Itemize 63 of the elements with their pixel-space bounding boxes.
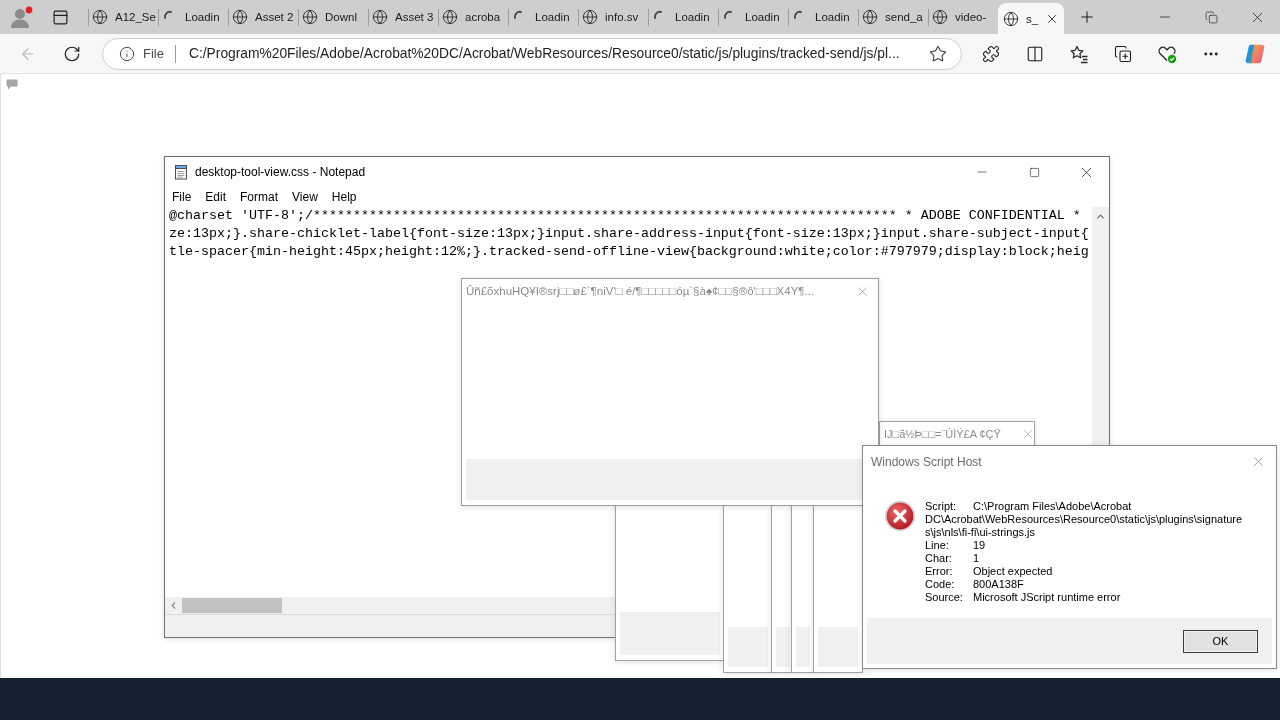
menu-item[interactable]: Help [324,187,364,207]
code-line: tle-spacer{min-height:45px;height:12%;}.tracked-send-offline-view{background:white;color:#797979;display:block;heig [169,243,1089,261]
app-logo-icon[interactable] [1244,42,1266,65]
address-bar[interactable]: File C:/Program%20Files/Adobe/Acrobat%20DC/Acrobat/WebResources/Resource0/static/js/plugins/tracked-send/js/pl... [102,37,962,70]
browser-tab[interactable]: Loadin [508,0,578,34]
error-detail: Line: 19 [925,539,987,552]
browser-tab[interactable]: Loadin [788,0,858,34]
globe-icon [1003,10,1019,27]
menu-item[interactable]: View [285,187,325,207]
code-line: ze:13px;}.share-chicklet-label{font-size:13px;}input.share-address-input{font-size:13px;}input.share-subject-input{ [169,225,1089,243]
globe-icon [372,9,388,25]
profile-avatar-icon[interactable] [10,5,34,29]
reload-icon[interactable] [63,44,81,63]
browser-tab[interactable]: info.sv [578,0,648,34]
browser-tab[interactable]: s_ [998,3,1064,34]
window-title: desktop-tool-view.css - Notepad [195,165,366,179]
browser-tab[interactable]: Loadin [158,0,228,34]
scrollbar-thumb[interactable] [182,598,282,613]
new-tab-icon[interactable] [1078,8,1096,26]
info-icon[interactable] [119,45,135,62]
browser-tab[interactable]: video- [928,0,998,34]
globe-icon [582,9,598,25]
globe-icon [92,9,108,25]
speech-bubble-icon [6,79,18,90]
dialog-footer [776,627,790,667]
globe-icon [932,9,948,25]
browser-tab[interactable]: Asset 3 [368,0,438,34]
extensions-icon[interactable] [982,44,1000,63]
maximize-icon[interactable] [1028,166,1040,178]
browser-tab[interactable]: Loadin [648,0,718,34]
browser-tab[interactable]: acroba [438,0,508,34]
tab-actions-icon[interactable] [51,8,69,26]
window-title: Windows Script Host [871,454,982,469]
globe-icon [442,9,458,25]
menu-item[interactable]: File [165,187,199,207]
collections-icon[interactable] [1114,44,1132,63]
globe-icon [862,9,878,25]
menu-item[interactable]: Format [233,187,286,207]
favorites-icon[interactable] [1069,43,1089,64]
window-title: Ûñ£õxhuHQ¥I®srj□□ø£`¶niV'□ é/¶□□□□□óµ`§à♠¢□□§®ô'□□□X4Y¶... [466,285,815,297]
code-line: @charset 'UTF-8';/************************************************************************* * ADOBE CONFIDENTIAL * [169,207,1081,225]
split-screen-icon[interactable] [1026,44,1044,63]
globe-icon [232,9,248,25]
star-icon[interactable] [929,44,947,63]
error-detail: Script: C:\Program Files\Adobe\Acrobat DC\Acrobat\WebResources\Resource0\static\js\plugins\signatures\js\nls\fi-fi\ui-strings.js [925,500,1244,539]
site-info-label[interactable]: File [143,46,164,61]
error-icon [884,500,916,532]
error-detail: Error: Object expected [925,565,1054,578]
browser-tab[interactable]: Loadin [718,0,788,34]
error-detail: Char: 1 [925,552,981,565]
restore-icon[interactable] [1204,10,1218,24]
browser-tab[interactable]: A12_Se [88,0,158,34]
notepad-icon [173,164,189,180]
url-text: C:/Program%20Files/Adobe/Acrobat%20DC/Acrobat/WebResources/Resource0/static/js/plugins/tracked-send/js/pl... [188,46,901,61]
window-title: IJ□ã½Þ□□=¨ÚÌÝ£A ¢ÇŸ [884,428,1001,440]
browser-tab[interactable]: Downl [298,0,368,34]
error-detail: Code: 800A138F [925,578,1025,591]
browser-tab[interactable]: Asset 2 [228,0,298,34]
menu-item[interactable]: Edit [198,187,234,207]
browser-tab[interactable]: send_a [858,0,928,34]
error-detail: Source: Microsoft JScript runtime error [925,591,1122,604]
ok-button[interactable]: OK [1183,629,1258,653]
globe-icon [302,9,318,25]
